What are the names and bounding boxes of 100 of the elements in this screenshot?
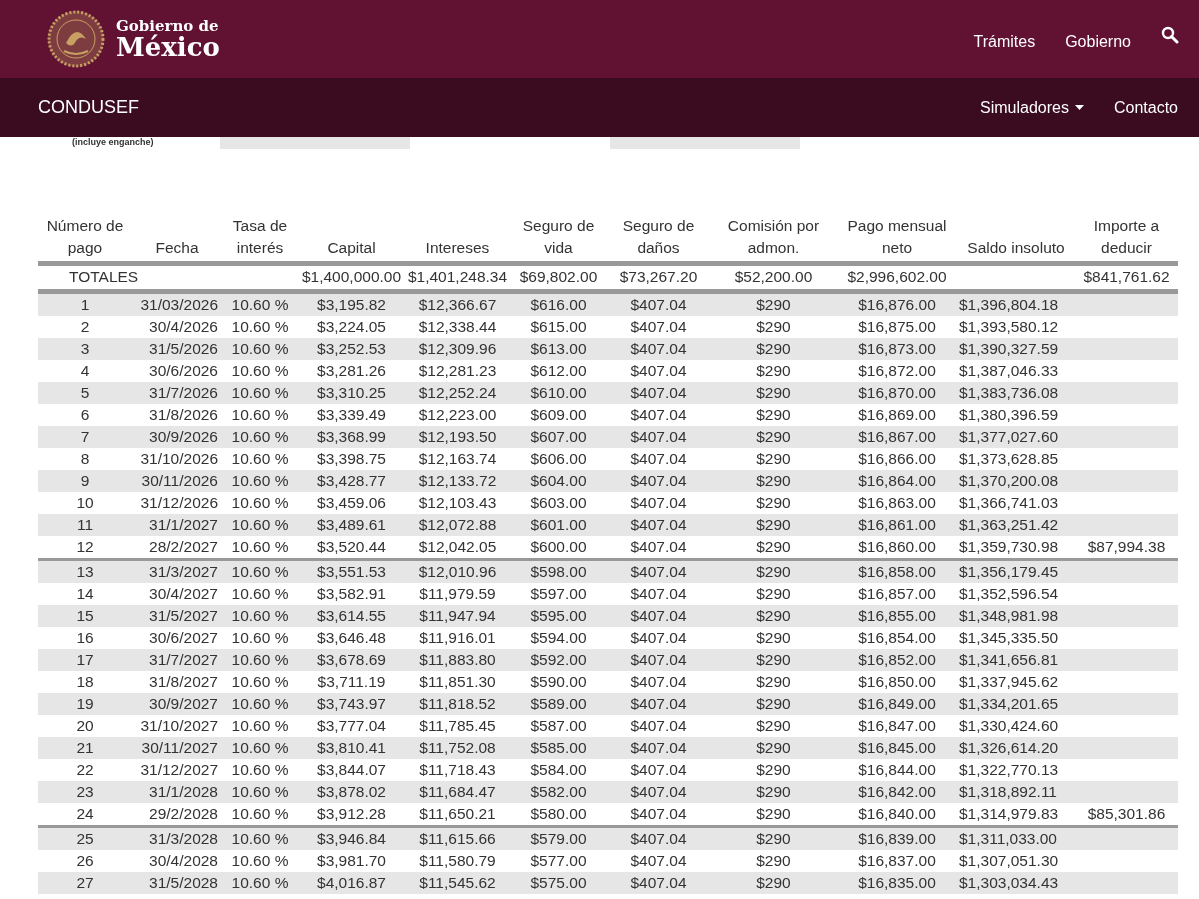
table-cell-text: $609.00 [529, 405, 588, 425]
column-header: Importe a deducir [1092, 216, 1161, 258]
table-cell-text: $290 [755, 427, 792, 447]
table-cell-text: $16,870.00 [857, 383, 937, 403]
table-cell-text: $3,711.19 [316, 672, 387, 692]
table-cell-text: $407.04 [629, 361, 688, 381]
input-field[interactable] [220, 137, 410, 149]
table-cell-text: $16,863.00 [857, 493, 937, 513]
table-cell-text: 18 [75, 672, 95, 692]
table-cell-text: $16,839.00 [857, 829, 937, 849]
table-cell-text: 10.60 % [230, 427, 290, 447]
table-cell-text: $12,281.23 [417, 361, 498, 381]
table-cell-text: 30/6/2026 [148, 361, 219, 381]
table-cell-text: $87,994.38 [1086, 537, 1167, 557]
table-cell-text: $3,252.53 [316, 339, 387, 359]
table-cell-text: $407.04 [629, 295, 688, 315]
table-cell-text: 30/4/2026 [148, 317, 219, 337]
table-cell-text: $12,366.67 [417, 295, 498, 315]
table-cell-text: $407.04 [629, 383, 688, 403]
table-cell-text: 10.60 % [230, 672, 290, 692]
table-cell-text: $16,844.00 [857, 760, 937, 780]
table-cell-text: $11,650.21 [418, 804, 497, 824]
table-cell-text: 31/5/2028 [148, 873, 219, 893]
table-cell-text: 1 [79, 295, 91, 315]
table-cell-text: $290 [755, 829, 792, 849]
table-cell-text: $610.00 [529, 383, 588, 403]
table-cell-text: $12,010.96 [417, 562, 498, 582]
table-cell-text: $12,072.88 [417, 515, 498, 535]
table-cell-text: $11,883.80 [418, 650, 497, 670]
total-cell-text: $2,996,602.00 [846, 267, 948, 287]
table-cell-text: $1,393,580.12 [958, 317, 1060, 337]
total-cell-text: $1,401,248.34 [406, 267, 509, 287]
column-header: Capital [326, 238, 377, 258]
table-cell-text: $407.04 [629, 760, 688, 780]
table-cell-text: 25 [75, 829, 95, 849]
input-field[interactable] [610, 137, 800, 149]
table-cell-text: 10.60 % [230, 493, 290, 513]
table-cell-text: 10.60 % [230, 361, 290, 381]
table-cell-text: $407.04 [629, 562, 688, 582]
table-cell-text: 10.60 % [230, 584, 290, 604]
table-cell-text: $579.00 [529, 829, 588, 849]
table-cell-text: $3,428.77 [316, 471, 387, 491]
table-cell-text: 13 [75, 562, 95, 582]
table-cell-text: $16,847.00 [857, 716, 937, 736]
column-header: Pago mensual neto [846, 216, 948, 258]
table-cell-text: $16,873.00 [857, 339, 937, 359]
menu-link[interactable]: Simuladores [980, 98, 1084, 117]
table-cell-text: $290 [755, 449, 792, 469]
table-cell-text: $1,370,200.08 [958, 471, 1060, 491]
table-cell-text: $3,582.91 [316, 584, 387, 604]
table-cell-text: $575.00 [529, 873, 588, 893]
table-cell-text: $12,133.72 [417, 471, 498, 491]
table-cell-text: $407.04 [629, 584, 688, 604]
table-cell-text: $585.00 [529, 738, 588, 758]
table-cell-text: $16,855.00 [857, 606, 937, 626]
table-cell-text: 10.60 % [230, 716, 290, 736]
table-cell-text: 10.60 % [230, 562, 290, 582]
table-cell-text: $407.04 [629, 471, 688, 491]
search-icon[interactable] [1161, 26, 1179, 44]
site-title: CONDUSEF [38, 97, 139, 118]
table-cell-text: $290 [755, 493, 792, 513]
table-cell-text: $12,223.00 [417, 405, 498, 425]
table-cell-text: $11,851.30 [418, 672, 497, 692]
table-cell-text: 6 [79, 405, 91, 425]
table-cell-text: 30/4/2027 [148, 584, 219, 604]
table-cell-text: 31/10/2027 [139, 716, 219, 736]
table-cell-text: $3,777.04 [316, 716, 387, 736]
table-cell-text: $16,867.00 [857, 427, 937, 447]
table-cell-text: $1,334,201.65 [958, 694, 1060, 714]
table-cell-text: $597.00 [529, 584, 588, 604]
table-cell-text: 31/8/2027 [148, 672, 219, 692]
table-cell-text: $290 [755, 606, 792, 626]
table-cell-text: $290 [755, 804, 792, 824]
nav-link[interactable]: Gobierno [1065, 33, 1131, 51]
menu-link[interactable]: Contacto [1113, 98, 1178, 117]
table-cell-text: $407.04 [629, 650, 688, 670]
table-cell-text: 10.60 % [230, 471, 290, 491]
table-cell-text: $592.00 [529, 650, 588, 670]
brand-subtitle: Gobierno de [116, 18, 220, 34]
nav-link[interactable]: Trámites [973, 33, 1036, 51]
table-cell-text: $407.04 [629, 493, 688, 513]
table-cell-text: 10.60 % [230, 804, 290, 824]
table-cell-text: $1,330,424.60 [958, 716, 1060, 736]
table-cell-text: $3,646.48 [316, 628, 387, 648]
table-cell-text: 24 [75, 804, 95, 824]
table-cell-text: $407.04 [629, 515, 688, 535]
table-cell-text: $407.04 [629, 339, 688, 359]
table-cell-text: $407.04 [629, 716, 688, 736]
table-cell-text: 20 [75, 716, 95, 736]
table-cell-text: $11,947.94 [418, 606, 497, 626]
table-cell-text: $3,844.07 [316, 760, 387, 780]
table-cell-text: $580.00 [529, 804, 588, 824]
table-cell-text: $1,318,892.11 [958, 782, 1058, 802]
table-cell-text: 30/9/2026 [148, 427, 219, 447]
table-cell-text: 31/10/2026 [139, 449, 219, 469]
table-cell-text: $16,837.00 [857, 851, 937, 871]
column-header: Intereses [424, 238, 491, 258]
table-cell-text: $1,359,730.98 [958, 537, 1060, 557]
table-cell-text: 31/7/2026 [148, 383, 219, 403]
table-cell-text: 31/03/2026 [139, 295, 219, 315]
